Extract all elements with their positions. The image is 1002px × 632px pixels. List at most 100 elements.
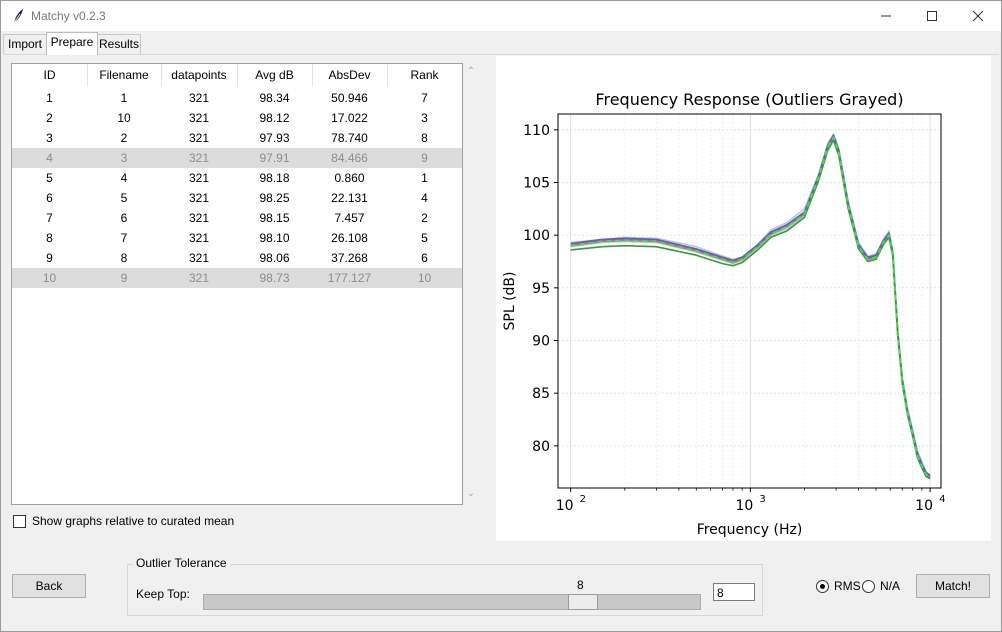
table-cell: 17.022: [331, 111, 368, 125]
x-tick-exponent: 2: [580, 494, 586, 505]
y-tick-label: 85: [532, 386, 550, 402]
table-cell: 321: [188, 251, 210, 265]
table-cell: 97.93: [259, 131, 290, 145]
table-cell: 321: [188, 131, 210, 145]
radio-na[interactable]: N/A: [862, 579, 900, 593]
table-scrollbar[interactable]: ⌃ ⌄: [464, 63, 478, 503]
column-header-datapoints[interactable]: datapoints: [161, 64, 238, 86]
table-cell: 3: [120, 151, 128, 165]
table-cell: 321: [188, 151, 210, 165]
feather-icon: [13, 9, 23, 24]
table-cell: 8: [120, 251, 128, 265]
column-header-rank[interactable]: Rank: [387, 64, 462, 86]
table-cell: 98.15: [259, 211, 290, 225]
table-cell: 98.10: [259, 231, 290, 245]
table-cell: 10: [42, 271, 57, 285]
tab-import[interactable]: Import: [3, 34, 47, 54]
table-row[interactable]: 1 1 321 98.34 50.946 7: [12, 88, 462, 108]
scroll-down-icon[interactable]: ⌄: [464, 487, 478, 501]
close-button[interactable]: [955, 1, 1001, 31]
table-cell: 6: [46, 191, 53, 205]
column-header-filename[interactable]: Filename: [87, 64, 162, 86]
maximize-button[interactable]: [909, 1, 955, 31]
x-tick-exponent: 3: [759, 494, 765, 505]
slider-thumb[interactable]: [568, 594, 598, 610]
table-cell: 2: [421, 211, 428, 225]
table-cell: 321: [188, 271, 210, 285]
y-axis-label: SPL (dB): [502, 272, 518, 331]
files-table[interactable]: ID Filename datapoints Avg dB AbsDev Ran…: [11, 63, 463, 505]
minimize-button[interactable]: [863, 1, 909, 31]
table-cell: 321: [188, 191, 210, 205]
table-cell: 37.268: [331, 251, 368, 265]
table-cell: 10: [417, 271, 432, 285]
table-cell: 98.34: [259, 91, 290, 105]
table-cell: 9: [120, 271, 128, 285]
chart-title: Frequency Response (Outliers Grayed): [595, 90, 903, 109]
table-row[interactable]: 8 7 321 98.10 26.108 5: [12, 228, 462, 248]
table-cell: 4: [46, 151, 53, 165]
column-header-id[interactable]: ID: [12, 64, 88, 86]
y-tick-label: 90: [532, 334, 550, 350]
x-tick-label: 10: [915, 498, 933, 514]
checkbox-box[interactable]: [13, 514, 26, 528]
table-cell: 3: [421, 111, 428, 125]
relative-mean-checkbox[interactable]: Show graphs relative to curated mean: [13, 513, 234, 529]
tab-prepare[interactable]: Prepare: [46, 32, 98, 55]
table-cell: 7.457: [334, 211, 365, 225]
y-tick-label: 100: [523, 228, 550, 244]
relative-mean-label: Show graphs relative to curated mean: [32, 514, 235, 528]
slider-value-label: 8: [577, 578, 584, 592]
match-button[interactable]: Match!: [916, 574, 990, 598]
keep-top-slider[interactable]: [203, 594, 701, 610]
scroll-up-icon[interactable]: ⌃: [464, 65, 478, 79]
table-cell: 4: [120, 171, 128, 185]
title-bar[interactable]: Matchy v0.2.3: [1, 1, 1001, 31]
x-tick-exponent: 4: [939, 494, 945, 505]
y-tick-label: 80: [532, 439, 550, 455]
table-cell: 84.466: [331, 151, 368, 165]
keep-top-input[interactable]: 8: [713, 583, 755, 601]
table-row[interactable]: 7 6 321 98.15 7.457 2: [12, 208, 462, 228]
table-cell: 0.860: [334, 171, 365, 185]
table-cell: 321: [188, 211, 210, 225]
radio-na-label: N/A: [880, 579, 901, 593]
column-header-avg-db[interactable]: Avg dB: [237, 64, 313, 86]
table-cell: 1: [120, 91, 128, 105]
table-cell: 4: [421, 191, 428, 205]
table-cell: 8: [421, 131, 428, 145]
table-header: ID Filename datapoints Avg dB AbsDev Ran…: [12, 64, 462, 86]
table-cell: 6: [120, 211, 128, 225]
table-cell: 98.73: [259, 271, 290, 285]
table-cell: 9: [46, 251, 53, 265]
table-cell: 2: [46, 111, 53, 125]
table-cell: 3: [46, 131, 53, 145]
table-cell: 5: [120, 191, 128, 205]
table-row[interactable]: 4 3 321 97.91 84.466 9: [12, 148, 462, 168]
table-cell: 5: [421, 231, 428, 245]
table-row[interactable]: 2 10 321 98.12 17.022 3: [12, 108, 462, 128]
radio-na-indicator[interactable]: [862, 579, 875, 593]
y-tick-label: 105: [523, 175, 550, 191]
app-window: Matchy v0.2.3 Import Prepare Results ID …: [0, 0, 1002, 632]
table-cell: 321: [188, 171, 210, 185]
table-row[interactable]: 6 5 321 98.25 22.131 4: [12, 188, 462, 208]
table-cell: 98.18: [259, 171, 290, 185]
table-cell: 98.12: [259, 111, 290, 125]
table-cell: 50.946: [331, 91, 368, 105]
radio-rms[interactable]: RMS: [816, 579, 861, 593]
tab-results[interactable]: Results: [97, 34, 141, 54]
table-row[interactable]: 5 4 321 98.18 0.860 1: [12, 168, 462, 188]
back-button[interactable]: Back: [12, 574, 86, 598]
table-row[interactable]: 9 8 321 98.06 37.268 6: [12, 248, 462, 268]
table-cell: 1: [421, 171, 428, 185]
table-row[interactable]: 3 2 321 97.93 78.740 8: [12, 128, 462, 148]
table-cell: 2: [120, 131, 128, 145]
frequency-response-plot: 80 85 90 95 100 105 110 10 2 10 3 10 4 Frequency Resp…: [496, 56, 991, 541]
radio-rms-indicator[interactable]: [816, 579, 829, 593]
table-row[interactable]: 10 9 321 98.73 177.127 10: [12, 268, 462, 288]
column-header-absdev[interactable]: AbsDev: [312, 64, 388, 86]
table-cell: 10: [117, 111, 131, 125]
y-tick-label: 95: [532, 281, 550, 297]
radio-rms-label: RMS: [834, 579, 861, 593]
